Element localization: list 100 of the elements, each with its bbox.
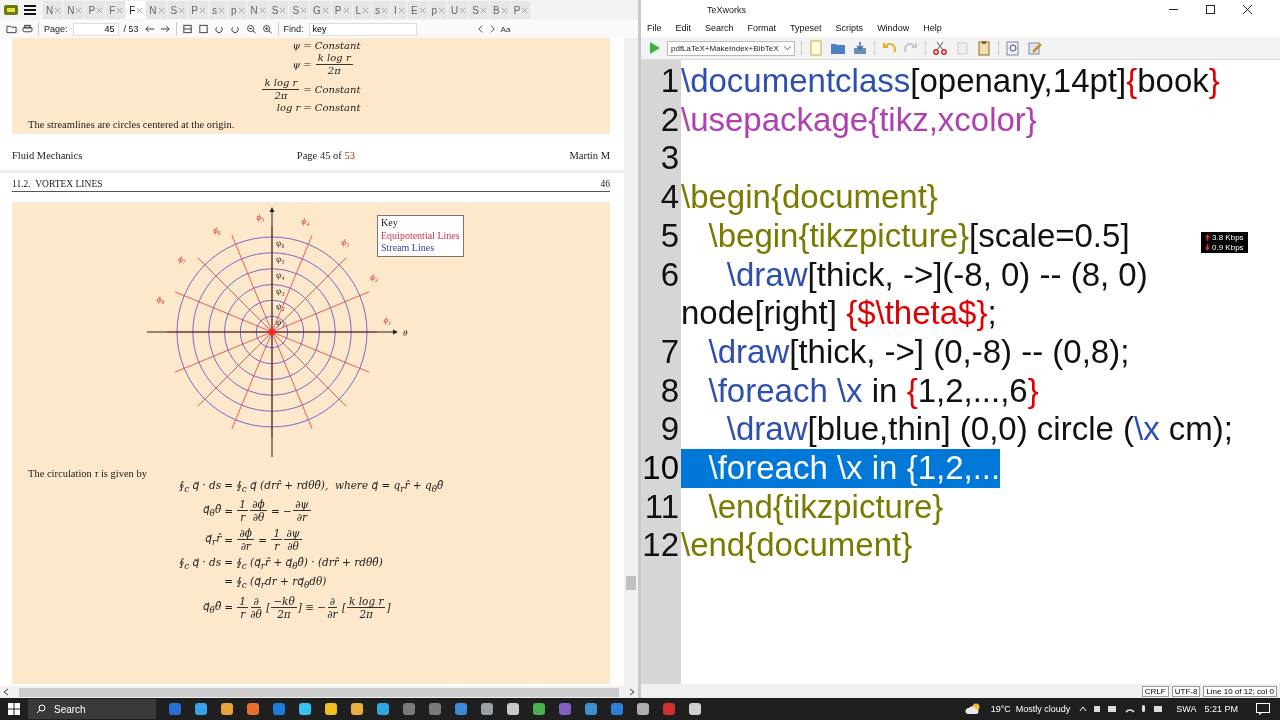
find-icon[interactable]: [1004, 40, 1021, 56]
vertical-scrollbar[interactable]: [624, 38, 638, 686]
engine-dropdown[interactable]: pdfLaTeX+MakeIndex+BibTeX: [667, 40, 795, 56]
previous-page-icon[interactable]: [143, 24, 155, 34]
document-tab[interactable]: N: [64, 1, 85, 19]
scroll-left-icon[interactable]: [3, 688, 9, 696]
origin-dot: [269, 329, 275, 335]
document-tab[interactable]: P: [510, 1, 531, 19]
menu-item[interactable]: File: [647, 23, 662, 33]
code-line[interactable]: \foreach \x in {1,2,...,6}: [681, 371, 1039, 411]
document-tab[interactable]: B: [490, 1, 510, 19]
scissors-icon[interactable]: [931, 40, 948, 56]
app-icon[interactable]: [506, 702, 520, 716]
document-tab[interactable]: S: [167, 1, 188, 19]
print-icon[interactable]: [22, 24, 33, 34]
scroll-right-icon[interactable]: [629, 688, 635, 696]
close-icon[interactable]: [1243, 5, 1252, 14]
single-page-icon[interactable]: [181, 24, 193, 34]
language-indicator[interactable]: SWA: [1176, 704, 1197, 714]
horizontal-scrollbar[interactable]: [0, 686, 638, 698]
page-count-link[interactable]: 53: [344, 149, 355, 161]
code-line[interactable]: \begin{tikzpicture}[scale=0.5]: [681, 216, 1130, 256]
app-icon[interactable]: [532, 702, 546, 716]
document-tab[interactable]: s: [208, 1, 227, 19]
document-tab[interactable]: N: [146, 1, 167, 19]
weather-text[interactable]: 19°C Mostly cloudy: [990, 704, 1071, 714]
find-previous-icon[interactable]: [476, 24, 484, 34]
code-line[interactable]: \documentclass[openany,14pt]{book}: [681, 62, 1220, 101]
status-field[interactable]: UTF-8: [1171, 685, 1201, 697]
app-icon[interactable]: [688, 702, 702, 716]
axis-label: θ: [403, 328, 408, 338]
maximize-icon[interactable]: [1206, 5, 1215, 14]
menu-item[interactable]: Help: [923, 23, 942, 33]
clock-text[interactable]: 5:21 PM: [1204, 704, 1238, 714]
clipboard-icon[interactable]: [975, 40, 992, 56]
document-tab[interactable]: N: [43, 1, 64, 19]
document-tab[interactable]: F: [106, 1, 126, 19]
app-icon[interactable]: [298, 702, 312, 716]
app-icon[interactable]: [246, 702, 260, 716]
document-tab[interactable]: E: [407, 1, 428, 19]
rotate-left-icon[interactable]: [213, 24, 225, 34]
menu-item[interactable]: Scripts: [835, 23, 864, 33]
zoom-out-icon[interactable]: [245, 24, 257, 34]
document-tab[interactable]: N: [247, 1, 268, 19]
start-icon[interactable]: [8, 703, 20, 715]
app-icon[interactable]: [324, 702, 338, 716]
code-line[interactable]: \draw[thick, ->] (0,-8) -- (0,8);: [681, 332, 1130, 372]
document-tab[interactable]: p: [227, 1, 247, 19]
document-tab[interactable]: F: [126, 1, 146, 19]
menu-item[interactable]: Typeset: [790, 23, 822, 33]
code-line[interactable]: \begin{document}: [681, 178, 938, 217]
menu-item[interactable]: Format: [747, 23, 777, 33]
app-icon[interactable]: [220, 702, 234, 716]
app-icon[interactable]: [636, 702, 650, 716]
find-next-icon[interactable]: [488, 24, 496, 34]
menu-item[interactable]: Search: [705, 23, 734, 33]
document-tab[interactable]: L: [352, 1, 372, 19]
document-tab[interactable]: S: [289, 1, 310, 19]
document-tab[interactable]: U: [448, 1, 469, 19]
document-tab[interactable]: S: [268, 1, 289, 19]
menu-item[interactable]: Window: [877, 23, 910, 33]
status-field[interactable]: CRLF: [1141, 685, 1169, 697]
next-page-icon[interactable]: [159, 24, 171, 34]
code-line[interactable]: \end{tikzpicture}: [681, 487, 944, 527]
open-folder-icon[interactable]: [6, 24, 17, 34]
notification-icon[interactable]: [1256, 703, 1270, 715]
app-icon[interactable]: [454, 702, 468, 716]
app-icon[interactable]: [584, 702, 598, 716]
menu-item[interactable]: Edit: [675, 23, 692, 33]
code-line[interactable]: \usepackage{tikz,xcolor}: [681, 100, 1037, 140]
document-tab[interactable]: P: [85, 1, 106, 19]
document-tab[interactable]: s: [372, 1, 391, 19]
document-tab[interactable]: P: [188, 1, 208, 19]
app-icon[interactable]: [480, 702, 494, 716]
play-icon[interactable]: [649, 41, 661, 55]
app-icon[interactable]: [376, 702, 390, 716]
app-logo-icon: [4, 5, 18, 15]
document-tab[interactable]: p: [428, 1, 448, 19]
phi-label: ϕ₇: [178, 253, 186, 264]
match-case-button[interactable]: Aa: [500, 24, 511, 34]
document-tab[interactable]: G: [310, 1, 331, 19]
code-line[interactable]: \draw[blue,thin] (0,0) circle (\x cm);: [681, 410, 1233, 450]
search-box[interactable]: Search: [28, 699, 156, 719]
fit-page-icon[interactable]: [197, 24, 209, 34]
zoom-in-icon[interactable]: [261, 24, 273, 34]
save-icon[interactable]: [851, 40, 868, 56]
psi-label: ψ₃: [276, 285, 285, 296]
code-line[interactable]: \end{document}: [681, 526, 913, 566]
pen-icon[interactable]: [1026, 40, 1043, 56]
status-field[interactable]: Line 10 of 12; col 0: [1203, 685, 1277, 697]
code-line[interactable]: \draw[thick, ->](-8, 0) -- (8, 0) node[right] {$\theta$};: [681, 255, 1280, 333]
app-icon[interactable]: [194, 702, 208, 716]
menu-icon[interactable]: [24, 5, 36, 15]
document-tab[interactable]: I: [391, 1, 407, 19]
document-tab[interactable]: P: [331, 1, 352, 19]
app-icon[interactable]: [350, 702, 364, 716]
page-number-field[interactable]: 45: [72, 22, 119, 36]
rotate-right-icon[interactable]: [229, 24, 241, 34]
document-tab[interactable]: S: [469, 1, 489, 19]
find-field[interactable]: key: [308, 22, 417, 36]
